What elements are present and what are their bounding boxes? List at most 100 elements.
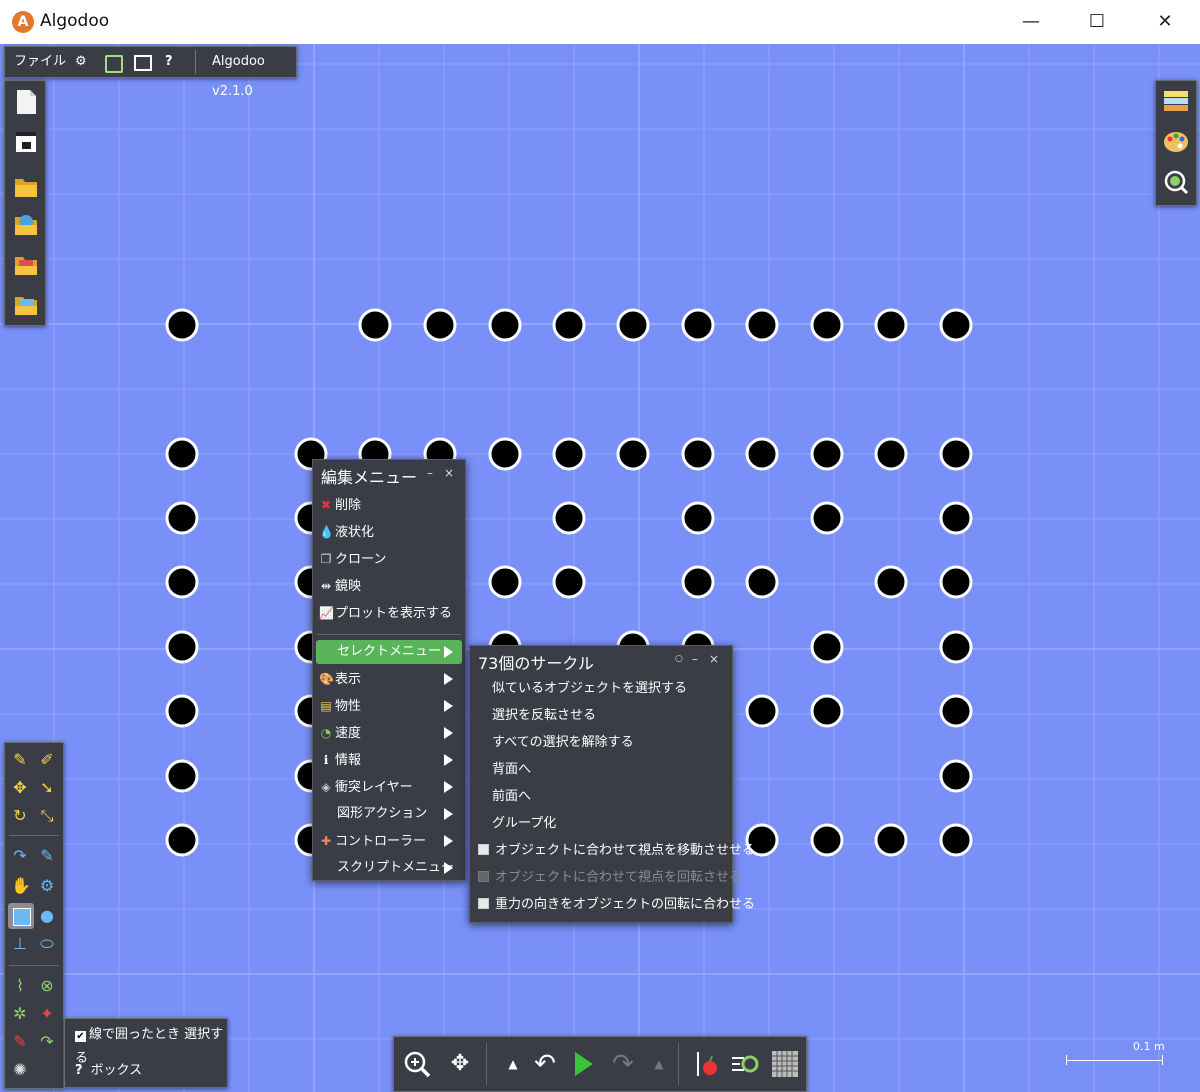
select-menu-pin-button[interactable]: ○ <box>675 654 683 664</box>
select-menu-minimize-button[interactable]: – <box>692 652 698 666</box>
edit-menu-item[interactable]: 📈プロットを表示する <box>319 601 452 625</box>
scene[interactable] <box>0 44 1200 1092</box>
circle-object[interactable] <box>165 823 199 857</box>
window-icon[interactable] <box>134 55 152 71</box>
new-scene-icon[interactable] <box>14 89 38 115</box>
edit-submenu-item[interactable]: スクリプトメニュー <box>319 856 459 880</box>
circle-object[interactable] <box>745 565 779 599</box>
redo-history-arrow-icon[interactable]: ▲ <box>644 1049 674 1079</box>
circle-object[interactable] <box>616 308 650 342</box>
circle-object[interactable] <box>165 565 199 599</box>
open-lesson-folder-icon[interactable] <box>14 251 38 277</box>
cutter-tool-icon[interactable]: ✎ <box>38 847 56 865</box>
circle-object[interactable] <box>552 437 586 471</box>
circle-object[interactable] <box>552 565 586 599</box>
select-menu-close-button[interactable]: × <box>709 652 719 666</box>
simulation-canvas[interactable] <box>0 44 1200 1092</box>
tracer-tool-icon[interactable]: ↷ <box>38 1033 56 1051</box>
circle-object[interactable] <box>939 823 973 857</box>
sketch-tool-icon[interactable]: ✎ <box>11 751 29 769</box>
laser-tool-icon[interactable]: ✎ <box>11 1033 29 1051</box>
circle-object[interactable] <box>810 308 844 342</box>
select-menu-checkbox[interactable] <box>478 898 489 909</box>
circle-object[interactable] <box>939 308 973 342</box>
zoom-icon[interactable] <box>402 1049 432 1079</box>
edit-submenu-item[interactable]: ℹ 情報 <box>319 748 459 772</box>
circle-object[interactable] <box>488 437 522 471</box>
circle-object[interactable] <box>681 437 715 471</box>
circle-object[interactable] <box>810 694 844 728</box>
circle-object[interactable] <box>810 823 844 857</box>
pan-icon[interactable]: ✥ <box>445 1049 475 1079</box>
circle-object[interactable] <box>939 759 973 793</box>
circle-object[interactable] <box>745 308 779 342</box>
circle-object[interactable] <box>810 437 844 471</box>
circle-object[interactable] <box>939 630 973 664</box>
circle-tool-icon[interactable]: ● <box>38 907 56 925</box>
edit-submenu-item[interactable]: 図形アクション <box>319 802 459 826</box>
select-menu-item[interactable]: 背面へ <box>492 758 531 782</box>
circle-object[interactable] <box>165 501 199 535</box>
select-menu-item[interactable]: すべての選択を解除する <box>492 731 634 755</box>
circle-object[interactable] <box>745 437 779 471</box>
rope-tool-icon[interactable]: ↷ <box>11 847 29 865</box>
help-button[interactable]: ? <box>165 47 173 77</box>
hand-tool-icon[interactable]: ✋ <box>11 877 31 895</box>
play-scene-icon[interactable] <box>105 55 123 73</box>
fixate-tool-icon[interactable]: ⊗ <box>38 977 56 995</box>
edit-submenu-item[interactable]: 🎨表示 <box>319 667 459 691</box>
edit-submenu-item[interactable]: ✚ コントローラー <box>319 829 459 853</box>
undo-icon[interactable]: ↶ <box>530 1049 560 1079</box>
circle-object[interactable] <box>165 630 199 664</box>
gear-icon[interactable]: ⚙ <box>75 47 87 77</box>
redo-icon[interactable]: ↷ <box>608 1049 638 1079</box>
palette-icon[interactable] <box>1163 129 1189 155</box>
select-menu-item[interactable]: 前面へ <box>492 785 531 809</box>
circle-object[interactable] <box>939 437 973 471</box>
undo-history-arrow-icon[interactable]: ▲ <box>498 1049 528 1079</box>
chain-tool-icon[interactable]: ⬭ <box>38 935 56 953</box>
select-menu-item[interactable]: グループ化 <box>492 812 556 836</box>
gear-tool-icon[interactable]: ⚙ <box>38 877 56 895</box>
circle-object[interactable] <box>874 437 908 471</box>
edit-menu-close-button[interactable]: × <box>444 466 454 480</box>
circle-object[interactable] <box>423 308 457 342</box>
circle-object[interactable] <box>681 501 715 535</box>
circle-object[interactable] <box>745 694 779 728</box>
spiral-tool-icon[interactable]: ✺ <box>11 1061 29 1079</box>
thruster-tool-icon[interactable]: ✦ <box>38 1005 56 1023</box>
plane-tool-icon[interactable]: ⊥ <box>11 935 29 953</box>
circle-object[interactable] <box>810 630 844 664</box>
rotate-tool-icon[interactable]: ↻ <box>11 807 29 825</box>
circle-object[interactable] <box>488 565 522 599</box>
circle-object[interactable] <box>874 823 908 857</box>
circle-object[interactable] <box>358 308 392 342</box>
edit-menu-item[interactable]: ✖ 削除 <box>319 493 361 517</box>
circle-object[interactable] <box>681 565 715 599</box>
open-online-folder-icon[interactable] <box>14 211 38 237</box>
play-icon[interactable] <box>568 1049 598 1079</box>
lasso-checkbox[interactable]: ✔ <box>75 1031 86 1042</box>
circle-object[interactable] <box>165 308 199 342</box>
edit-menu-item[interactable]: ❐ クローン <box>319 547 387 571</box>
circle-object[interactable] <box>810 501 844 535</box>
circle-object[interactable] <box>552 308 586 342</box>
box-tool-selected[interactable] <box>8 903 34 929</box>
minimize-button[interactable]: — <box>998 0 1064 44</box>
circle-object[interactable] <box>552 501 586 535</box>
circle-object[interactable] <box>939 694 973 728</box>
close-button[interactable]: ✕ <box>1132 0 1198 44</box>
select-menu-checkbox-row[interactable]: 重力の向きをオブジェクトの回転に合わせる <box>478 893 755 917</box>
lasso-option[interactable]: ✔ 線で囲ったとき 選択する <box>75 1023 227 1066</box>
edit-menu-minimize-button[interactable]: – <box>427 466 433 480</box>
select-menu-item[interactable]: 似ているオブジェクトを選択する <box>492 677 687 701</box>
circle-object[interactable] <box>681 308 715 342</box>
brush-tool-icon[interactable]: ✐ <box>38 751 56 769</box>
edit-submenu-item[interactable]: ◈ 衝突レイヤー <box>319 775 459 799</box>
edit-submenu-item[interactable]: ◔ 速度 <box>319 721 459 745</box>
file-menu-button[interactable]: ファイル <box>14 47 66 77</box>
gravity-icon[interactable] <box>690 1049 720 1079</box>
open-scene-folder-icon[interactable] <box>14 291 38 317</box>
open-folder-icon[interactable] <box>14 173 38 199</box>
circle-object[interactable] <box>165 437 199 471</box>
